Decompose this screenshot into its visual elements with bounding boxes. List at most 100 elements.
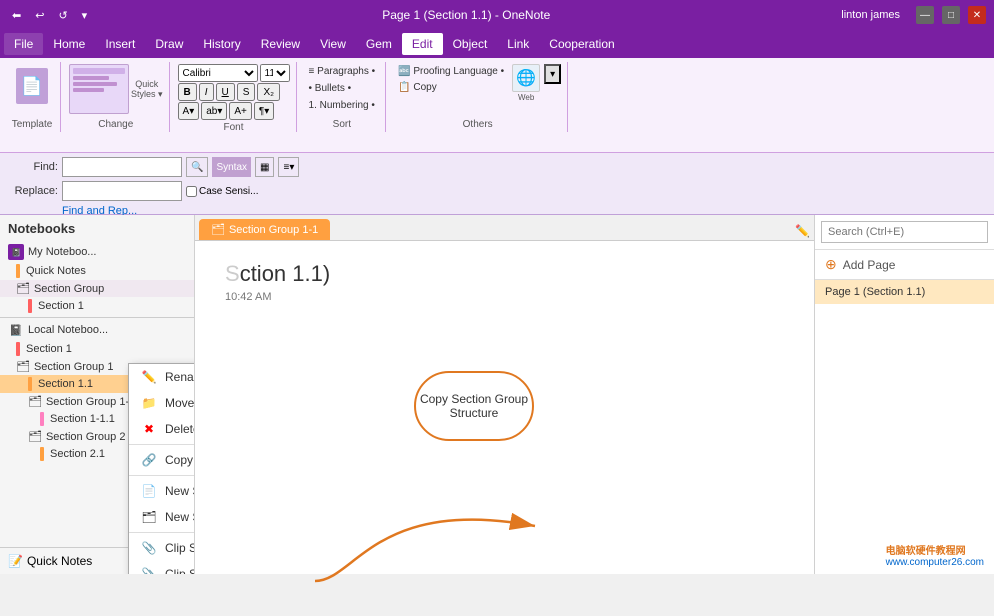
tab-label: Section Group 1-1	[229, 224, 318, 236]
sectiongroup-icon: 🗂	[16, 282, 30, 295]
ribbon: 📄 Template Quick Styles ▾ Change	[0, 58, 994, 153]
sidebar-item-label: Section Group 1	[34, 361, 114, 373]
sidebar-item-section1-a[interactable]: Section 1	[0, 297, 194, 315]
section-tab-active[interactable]: 🗂 Section Group 1-1	[199, 219, 330, 240]
sectiongroup-icon: 🗂	[28, 430, 42, 443]
find-search-button[interactable]: 🔍	[186, 157, 208, 177]
notebook-label: Local Noteboo...	[28, 324, 108, 336]
ctx-label: Clip Section Group Web Edit Link	[165, 541, 195, 555]
section-color-bar	[28, 299, 32, 313]
menu-cooperation[interactable]: Cooperation	[539, 33, 624, 55]
title-bar: ⬅ ↩ ↺ ▾ Page 1 (Section 1.1) - OneNote l…	[0, 0, 994, 30]
section-color-bar	[40, 412, 44, 426]
ctx-copy-link[interactable]: 🔗 Copy Link to Section Group	[129, 447, 195, 473]
quick-notes-icon: 📝	[8, 554, 23, 568]
ctx-new-section[interactable]: 📄 New Section	[129, 478, 195, 504]
menu-edit[interactable]: Edit	[402, 33, 443, 55]
ctx-new-sectiongroup[interactable]: 🗂 New Section Group	[129, 504, 195, 530]
menu-draw[interactable]: Draw	[145, 33, 193, 55]
back-button[interactable]: ⬅	[8, 7, 25, 24]
window-title: Page 1 (Section 1.1) - OneNote	[91, 8, 841, 22]
ctx-clip-webedit[interactable]: 📎 Clip Section Group Web Edit Link	[129, 535, 195, 561]
menu-link[interactable]: Link	[497, 33, 539, 55]
font-family-select[interactable]: Calibri	[178, 64, 258, 82]
add-page-button[interactable]: ⊕ Add Page	[815, 250, 994, 280]
delete-icon: ✖	[141, 421, 157, 437]
clip-icon: 📎	[141, 540, 157, 556]
menu-view[interactable]: View	[310, 33, 356, 55]
ctx-separator-1	[129, 444, 195, 445]
ctx-label: Rename	[165, 370, 195, 384]
change-label: Change	[98, 117, 133, 130]
sidebar-item-mynotebook[interactable]: 📓 My Noteboo...	[0, 242, 194, 262]
menu-history[interactable]: History	[193, 33, 250, 55]
underline-button[interactable]: U	[216, 83, 235, 101]
bold-button[interactable]: B	[178, 83, 197, 101]
content-area: 🗂 Section Group 1-1 ✏️ Sction 1.1) 10:42…	[195, 215, 814, 574]
template-button[interactable]: 📄	[10, 64, 54, 108]
case-sensitive-label[interactable]: Case Sensi...	[186, 186, 258, 197]
italic-button[interactable]: I	[199, 83, 214, 101]
syntax-button[interactable]: Syntax	[212, 157, 251, 177]
sidebar-item-label: Quick Notes	[26, 265, 86, 277]
menu-review[interactable]: Review	[251, 33, 310, 55]
text-format-btn[interactable]: ¶▾	[254, 102, 274, 120]
section-color-bar	[28, 377, 32, 391]
pages-search-input[interactable]	[821, 221, 988, 243]
customize-qat-button[interactable]: ▾	[78, 7, 92, 24]
font-size-increase[interactable]: A+	[229, 102, 252, 120]
case-sensitive-checkbox[interactable]	[186, 186, 197, 197]
page-list-item[interactable]: Page 1 (Section 1.1)	[815, 280, 994, 304]
sidebar-item-section1-b[interactable]: Section 1	[0, 340, 194, 358]
maximize-button[interactable]: □	[942, 6, 960, 24]
notebook-icon: 📓	[8, 244, 24, 260]
ctx-delete[interactable]: ✖ Delete	[129, 416, 195, 442]
numbering-button[interactable]: 1. Numbering •	[305, 98, 380, 113]
highlight-button[interactable]: ab▾	[201, 102, 227, 120]
menu-file[interactable]: File	[4, 33, 43, 55]
proofing-button[interactable]: 🔤 Proofing Language •	[394, 64, 508, 79]
others-more-button[interactable]: ▾	[544, 64, 561, 84]
section-color-bar	[16, 264, 20, 278]
strikethrough-button[interactable]: S	[237, 83, 256, 101]
redo-button[interactable]: ↺	[54, 7, 71, 24]
format-button[interactable]: ▦	[255, 157, 274, 177]
sidebar-item-localnotebook[interactable]: 📓 Local Noteboo...	[0, 320, 194, 340]
sidebar-item-quicknotes[interactable]: Quick Notes	[0, 262, 194, 280]
paragraphs-button[interactable]: ≡ Paragraphs •	[305, 64, 380, 79]
ctx-clip-webview[interactable]: 📎 Clip Section Group Web View Link	[129, 561, 195, 574]
main-area: Notebooks 📓 My Noteboo... Quick Notes 🗂 …	[0, 215, 994, 574]
find-input[interactable]	[62, 157, 182, 177]
bullets-button[interactable]: • Bullets •	[305, 81, 380, 96]
replace-input[interactable]	[62, 181, 182, 201]
ctx-label: Copy Link to Section Group	[165, 453, 195, 467]
ctx-rename[interactable]: ✏️ Rename	[129, 364, 195, 390]
options-button[interactable]: ≡▾	[278, 157, 299, 177]
sidebar-item-label: Section Group 2	[46, 431, 126, 443]
menu-home[interactable]: Home	[43, 33, 95, 55]
undo-button[interactable]: ↩	[31, 7, 48, 24]
menu-object[interactable]: Object	[443, 33, 498, 55]
sidebar-item-sectiongroup[interactable]: 🗂 Section Group	[0, 280, 194, 297]
font-size-select[interactable]: 11	[260, 64, 290, 82]
close-button[interactable]: ✕	[968, 6, 986, 24]
ctx-separator-3	[129, 532, 195, 533]
font-color-button[interactable]: A▾	[178, 102, 200, 120]
menu-bar: File Home Insert Draw History Review Vie…	[0, 30, 994, 58]
ctx-move[interactable]: 📁 Move...	[129, 390, 195, 416]
replace-label: Replace:	[8, 185, 58, 197]
globe-button[interactable]: 🌐	[512, 64, 540, 92]
context-menu: ✏️ Rename 📁 Move... ✖ Delete 🔗 Copy Link…	[128, 363, 195, 574]
minimize-button[interactable]: —	[916, 6, 934, 24]
local-notebook-icon: 📓	[8, 322, 24, 338]
edit-icon[interactable]: ✏️	[795, 224, 810, 238]
subscript-button[interactable]: X₂	[257, 83, 280, 101]
sidebar-item-label: Section 1	[38, 300, 84, 312]
pages-panel: ⊕ Add Page Page 1 (Section 1.1)	[814, 215, 994, 574]
window-controls: linton james — □ ✕	[841, 6, 986, 24]
copy-button[interactable]: 📋 Copy	[394, 80, 508, 95]
sidebar-item-label: Section 1-1.1	[50, 413, 115, 425]
menu-insert[interactable]: Insert	[95, 33, 145, 55]
menu-gem[interactable]: Gem	[356, 33, 402, 55]
user-name: linton james	[841, 9, 900, 21]
